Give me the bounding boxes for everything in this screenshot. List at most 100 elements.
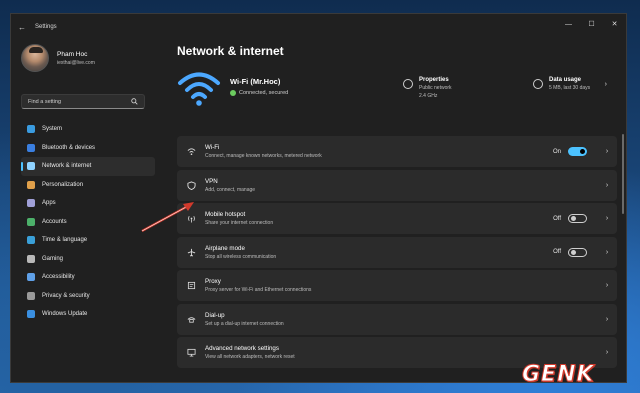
properties-network: Public network (419, 85, 452, 91)
setting-title: Dial-up (205, 311, 225, 319)
setting-title: Mobile hotspot (205, 211, 246, 218)
airplane-mode-toggle[interactable] (568, 247, 587, 257)
shield-icon (27, 291, 35, 300)
setting-title: VPN (205, 177, 218, 185)
sidebar-item-label: Windows Update (42, 311, 88, 318)
search-icon (131, 98, 138, 105)
sidebar-item-personalization[interactable]: Personalization (21, 176, 155, 195)
setting-row-vpn[interactable]: VPN Add, connect, manage › (177, 169, 617, 201)
window-controls: — ☐ ✕ (557, 14, 626, 34)
chevron-right-icon: › (605, 248, 609, 256)
sidebar-item-label: Accounts (42, 218, 67, 225)
page-title: Network & internet (177, 44, 284, 58)
chevron-right-icon: › (605, 215, 609, 222)
chevron-right-icon: › (605, 181, 609, 189)
setting-row-airplane-mode[interactable]: Airplane mode Stop all wireless communica… (177, 236, 617, 268)
setting-subtitle: Connect, manage known networks, metered … (205, 153, 322, 159)
setting-subtitle: Share your internet connection (205, 220, 274, 226)
wifi-large-icon (178, 72, 220, 106)
sidebar-item-label: Personalization (42, 181, 84, 188)
sidebar-item-label: Bluetooth & devices (42, 144, 96, 151)
toggle-knob (571, 249, 576, 255)
toggle-knob (571, 216, 576, 221)
monitor-network-icon (186, 348, 196, 358)
sidebar-item-privacy-security[interactable]: Privacy & security (21, 287, 155, 306)
connection-status-text: Connected, secured (239, 90, 289, 96)
profile-email: iexthai@live.com (57, 59, 95, 66)
sidebar-nav: System Bluetooth & devices Network & inter… (21, 120, 155, 324)
setting-text: Wi-Fi Connect, manage known networks, met… (205, 144, 553, 159)
sidebar-item-label: Network & internet (42, 163, 92, 170)
setting-row-proxy[interactable]: Proxy Proxy server for Wi-Fi and Ethernet… (177, 270, 617, 301)
main-content: Network & internet Wi-Fi (Mr.Hoc) Connec… (177, 40, 617, 382)
setting-text: Proxy Proxy server for Wi-Fi and Ethernet… (205, 278, 597, 293)
back-arrow-icon[interactable]: ← (11, 23, 33, 32)
setting-text: Airplane mode Stop all wireless communica… (205, 245, 553, 260)
vpn-shield-icon (186, 180, 196, 190)
setting-text: Dial-up Set up a dial-up internet connect… (205, 312, 597, 327)
setting-row-dial-up[interactable]: Dial-up Set up a dial-up internet connect… (177, 303, 617, 335)
sidebar-item-bluetooth-devices[interactable]: Bluetooth & devices (21, 139, 155, 158)
sidebar-item-label: Time & language (42, 237, 88, 244)
user-profile[interactable]: Pham Hoc iexthai@live.com (21, 44, 95, 72)
setting-subtitle: View all network adapters, network reset (205, 354, 295, 360)
profile-name: Pham Hoc (57, 50, 88, 58)
data-usage-label: Data usage (549, 77, 582, 83)
maximize-icon[interactable]: ☐ (580, 14, 603, 34)
chevron-right-icon[interactable]: › (605, 81, 607, 88)
connected-check-icon (230, 90, 236, 96)
sidebar-item-label: Apps (42, 200, 56, 207)
sidebar-item-time-language[interactable]: Time & language (21, 231, 155, 250)
proxy-icon (186, 281, 196, 291)
toggle-state-label: On (552, 148, 561, 155)
settings-list: Wi-Fi Connect, manage known networks, met… (177, 136, 617, 371)
setting-subtitle: Proxy server for Wi-Fi and Ethernet conn… (205, 287, 312, 293)
sidebar-item-label: Accessibility (42, 274, 75, 281)
sidebar-item-accounts[interactable]: Accounts (21, 213, 155, 232)
sidebar-item-apps[interactable]: Apps (21, 194, 155, 213)
setting-text: Mobile hotspot Share your internet connec… (205, 211, 553, 226)
scrollbar[interactable] (622, 134, 624, 214)
watermark-logo: GENK (522, 362, 595, 388)
setting-subtitle: Add, connect, manage (205, 186, 256, 193)
sidebar-item-network-internet[interactable]: Network & internet (21, 157, 155, 176)
setting-text: VPN Add, connect, manage (205, 178, 597, 193)
connection-name: Wi-Fi (Mr.Hoc) (230, 77, 281, 86)
properties-button[interactable]: Properties Public network 2.4 GHz (403, 77, 452, 99)
sidebar: Pham Hoc iexthai@live.com Find a setting… (11, 40, 157, 382)
wi-fi-toggle[interactable] (568, 147, 587, 156)
setting-title: Advanced network settings (205, 345, 279, 352)
mobile-hotspot-toggle[interactable] (568, 214, 587, 223)
close-icon[interactable]: ✕ (603, 14, 626, 34)
search-placeholder: Find a setting (28, 98, 62, 105)
chevron-right-icon: › (605, 315, 609, 323)
data-usage-button[interactable]: Data usage 5 MB, last 30 days (533, 77, 590, 91)
chevron-right-icon: › (605, 349, 609, 356)
toggle-state-label: Off (553, 215, 561, 222)
brush-icon (27, 180, 35, 189)
properties-band: 2.4 GHz (419, 93, 438, 99)
sidebar-item-windows-update[interactable]: Windows Update (21, 305, 155, 324)
setting-subtitle: Set up a dial-up internet connection (205, 320, 284, 327)
annotation-arrow (141, 202, 194, 232)
monitor-icon (27, 125, 35, 134)
update-icon (27, 310, 35, 319)
sidebar-item-accessibility[interactable]: Accessibility (21, 268, 155, 287)
properties-label: Properties (419, 77, 449, 83)
chevron-right-icon: › (605, 148, 609, 155)
bluetooth-icon (27, 143, 35, 152)
info-icon (403, 79, 413, 89)
minimize-icon[interactable]: — (557, 14, 580, 34)
setting-row-wi-fi[interactable]: Wi-Fi Connect, manage known networks, met… (177, 136, 617, 167)
sidebar-item-system[interactable]: System (21, 120, 155, 139)
accessibility-icon (27, 273, 35, 282)
search-input[interactable]: Find a setting (21, 94, 145, 109)
setting-row-mobile-hotspot[interactable]: Mobile hotspot Share your internet connec… (177, 203, 617, 234)
sidebar-item-gaming[interactable]: Gaming (21, 250, 155, 269)
globe-clock-icon (27, 236, 35, 245)
toggle-state-label: Off (553, 249, 561, 255)
toggle-knob (580, 149, 585, 154)
airplane-icon (186, 247, 196, 257)
sidebar-item-label: Gaming (42, 255, 64, 262)
data-usage-icon (533, 79, 543, 89)
